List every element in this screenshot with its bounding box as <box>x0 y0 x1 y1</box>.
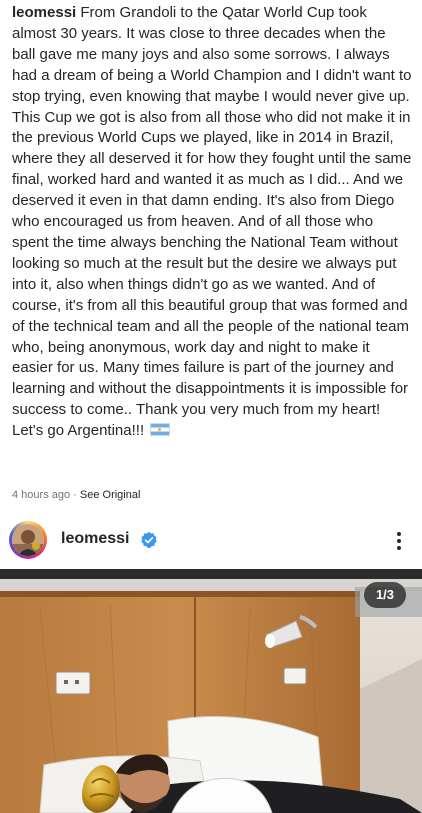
caption-username[interactable]: leomessi <box>12 4 76 21</box>
post-timestamp: 4 hours ago <box>12 489 71 501</box>
caption-text: From Grandoli to the Qatar World Cup too… <box>12 4 412 440</box>
photo-illustration <box>0 569 422 813</box>
post-meta: 4 hours ago · See Original <box>12 489 140 501</box>
avatar[interactable] <box>9 521 47 559</box>
avatar-image <box>12 524 44 556</box>
see-original-link[interactable]: See Original <box>80 489 141 501</box>
image-counter: 1/3 <box>364 582 406 608</box>
post-photo[interactable] <box>0 569 422 813</box>
more-vertical-icon[interactable] <box>392 530 406 552</box>
meta-separator: · <box>70 489 80 501</box>
argentina-flag-icon <box>150 423 171 437</box>
post-header: leomessi <box>0 518 422 566</box>
verified-badge-icon <box>141 531 157 549</box>
post-username[interactable]: leomessi <box>61 530 129 548</box>
post-caption: leomessi From Grandoli to the Qatar Worl… <box>12 3 412 442</box>
